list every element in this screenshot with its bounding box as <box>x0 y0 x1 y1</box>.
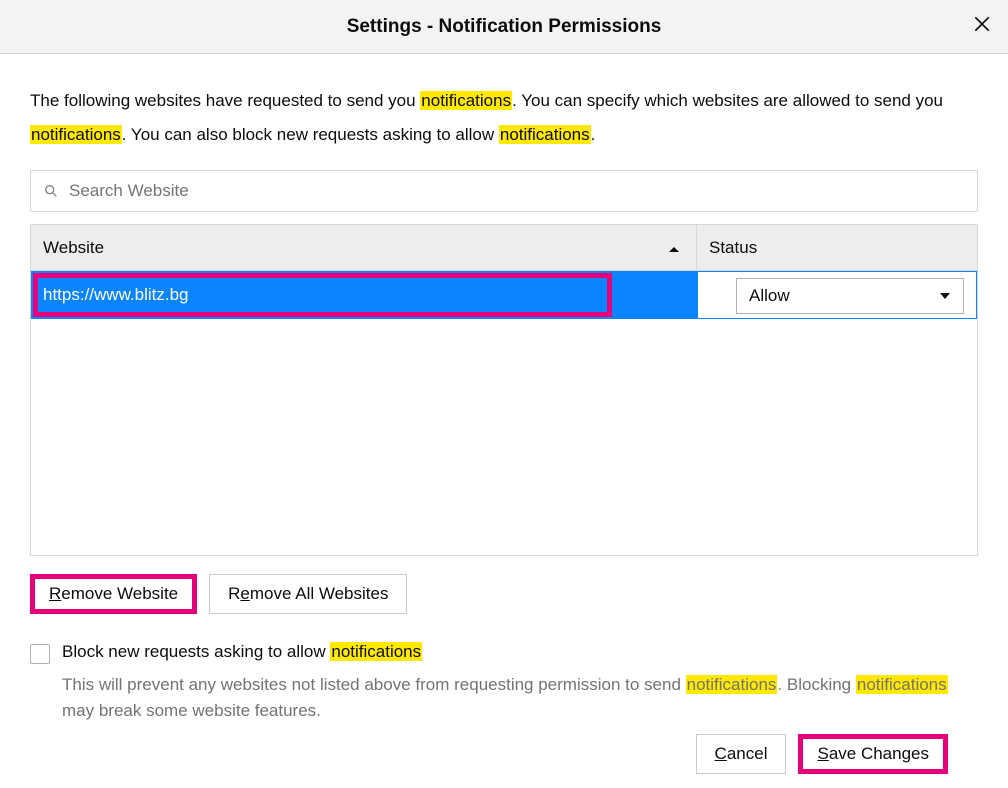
block-new-row: Block new requests asking to allow notif… <box>30 642 978 664</box>
block-new-label: Block new requests asking to allow notif… <box>62 642 422 662</box>
col-status-label: Status <box>709 238 757 258</box>
remove-website-button[interactable]: Remove Website <box>30 574 197 614</box>
block-new-checkbox[interactable] <box>30 644 50 664</box>
websites-table: Website Status https://www.blitz.bg <box>30 224 978 556</box>
dialog-header: Settings - Notification Permissions <box>0 0 1008 54</box>
save-label: Save Changes <box>817 744 929 764</box>
col-website[interactable]: Website <box>31 225 697 270</box>
table-row[interactable]: https://www.blitz.bg Allow <box>31 271 977 319</box>
cell-website[interactable]: https://www.blitz.bg <box>31 271 697 319</box>
search-icon <box>43 183 59 199</box>
intro-part: The following websites have requested to… <box>30 91 420 110</box>
help-part: may break some website features. <box>62 701 321 720</box>
search-input[interactable] <box>69 181 965 201</box>
highlight-notifications: notifications <box>30 125 122 144</box>
highlight-notifications: notifications <box>330 642 422 661</box>
intro-part: . You can specify which websites are all… <box>512 91 943 110</box>
status-focus-ring: Allow <box>697 271 977 319</box>
intro-part: . You can also block new requests asking… <box>122 125 499 144</box>
table-actions: Remove Website Remove All Websites <box>30 574 978 614</box>
cancel-button[interactable]: Cancel <box>696 734 787 774</box>
highlight-notifications: notifications <box>499 125 591 144</box>
intro-part: . <box>591 125 596 144</box>
cancel-label: Cancel <box>715 744 768 764</box>
close-button[interactable] <box>972 14 992 34</box>
website-url: https://www.blitz.bg <box>31 285 189 305</box>
table-header: Website Status <box>31 225 977 271</box>
dialog: Settings - Notification Permissions The … <box>0 0 1008 788</box>
cell-status: Allow <box>697 271 977 319</box>
block-label-part: Block new requests asking to allow <box>62 642 330 661</box>
status-value: Allow <box>749 286 790 306</box>
highlight-notifications: notifications <box>856 675 948 694</box>
sort-asc-icon <box>668 241 680 261</box>
close-icon <box>972 14 992 34</box>
table-body: https://www.blitz.bg Allow <box>31 271 977 555</box>
help-part: This will prevent any websites not liste… <box>62 675 686 694</box>
dialog-footer: Cancel Save Changes <box>30 734 978 788</box>
chevron-down-icon <box>939 290 951 302</box>
dialog-title: Settings - Notification Permissions <box>347 16 662 38</box>
help-part: . Blocking <box>777 675 855 694</box>
block-new-help: This will prevent any websites not liste… <box>62 672 978 724</box>
col-website-label: Website <box>43 238 104 258</box>
status-select[interactable]: Allow <box>736 278 964 314</box>
search-field[interactable] <box>30 170 978 212</box>
save-button[interactable]: Save Changes <box>798 734 948 774</box>
dialog-content: The following websites have requested to… <box>0 54 1008 788</box>
remove-website-label: Remove Website <box>49 584 178 604</box>
remove-all-label: Remove All Websites <box>228 584 388 604</box>
highlight-notifications: notifications <box>686 675 778 694</box>
intro-text: The following websites have requested to… <box>30 84 978 152</box>
col-status[interactable]: Status <box>697 225 977 270</box>
highlight-notifications: notifications <box>420 91 512 110</box>
remove-all-button[interactable]: Remove All Websites <box>209 574 407 614</box>
